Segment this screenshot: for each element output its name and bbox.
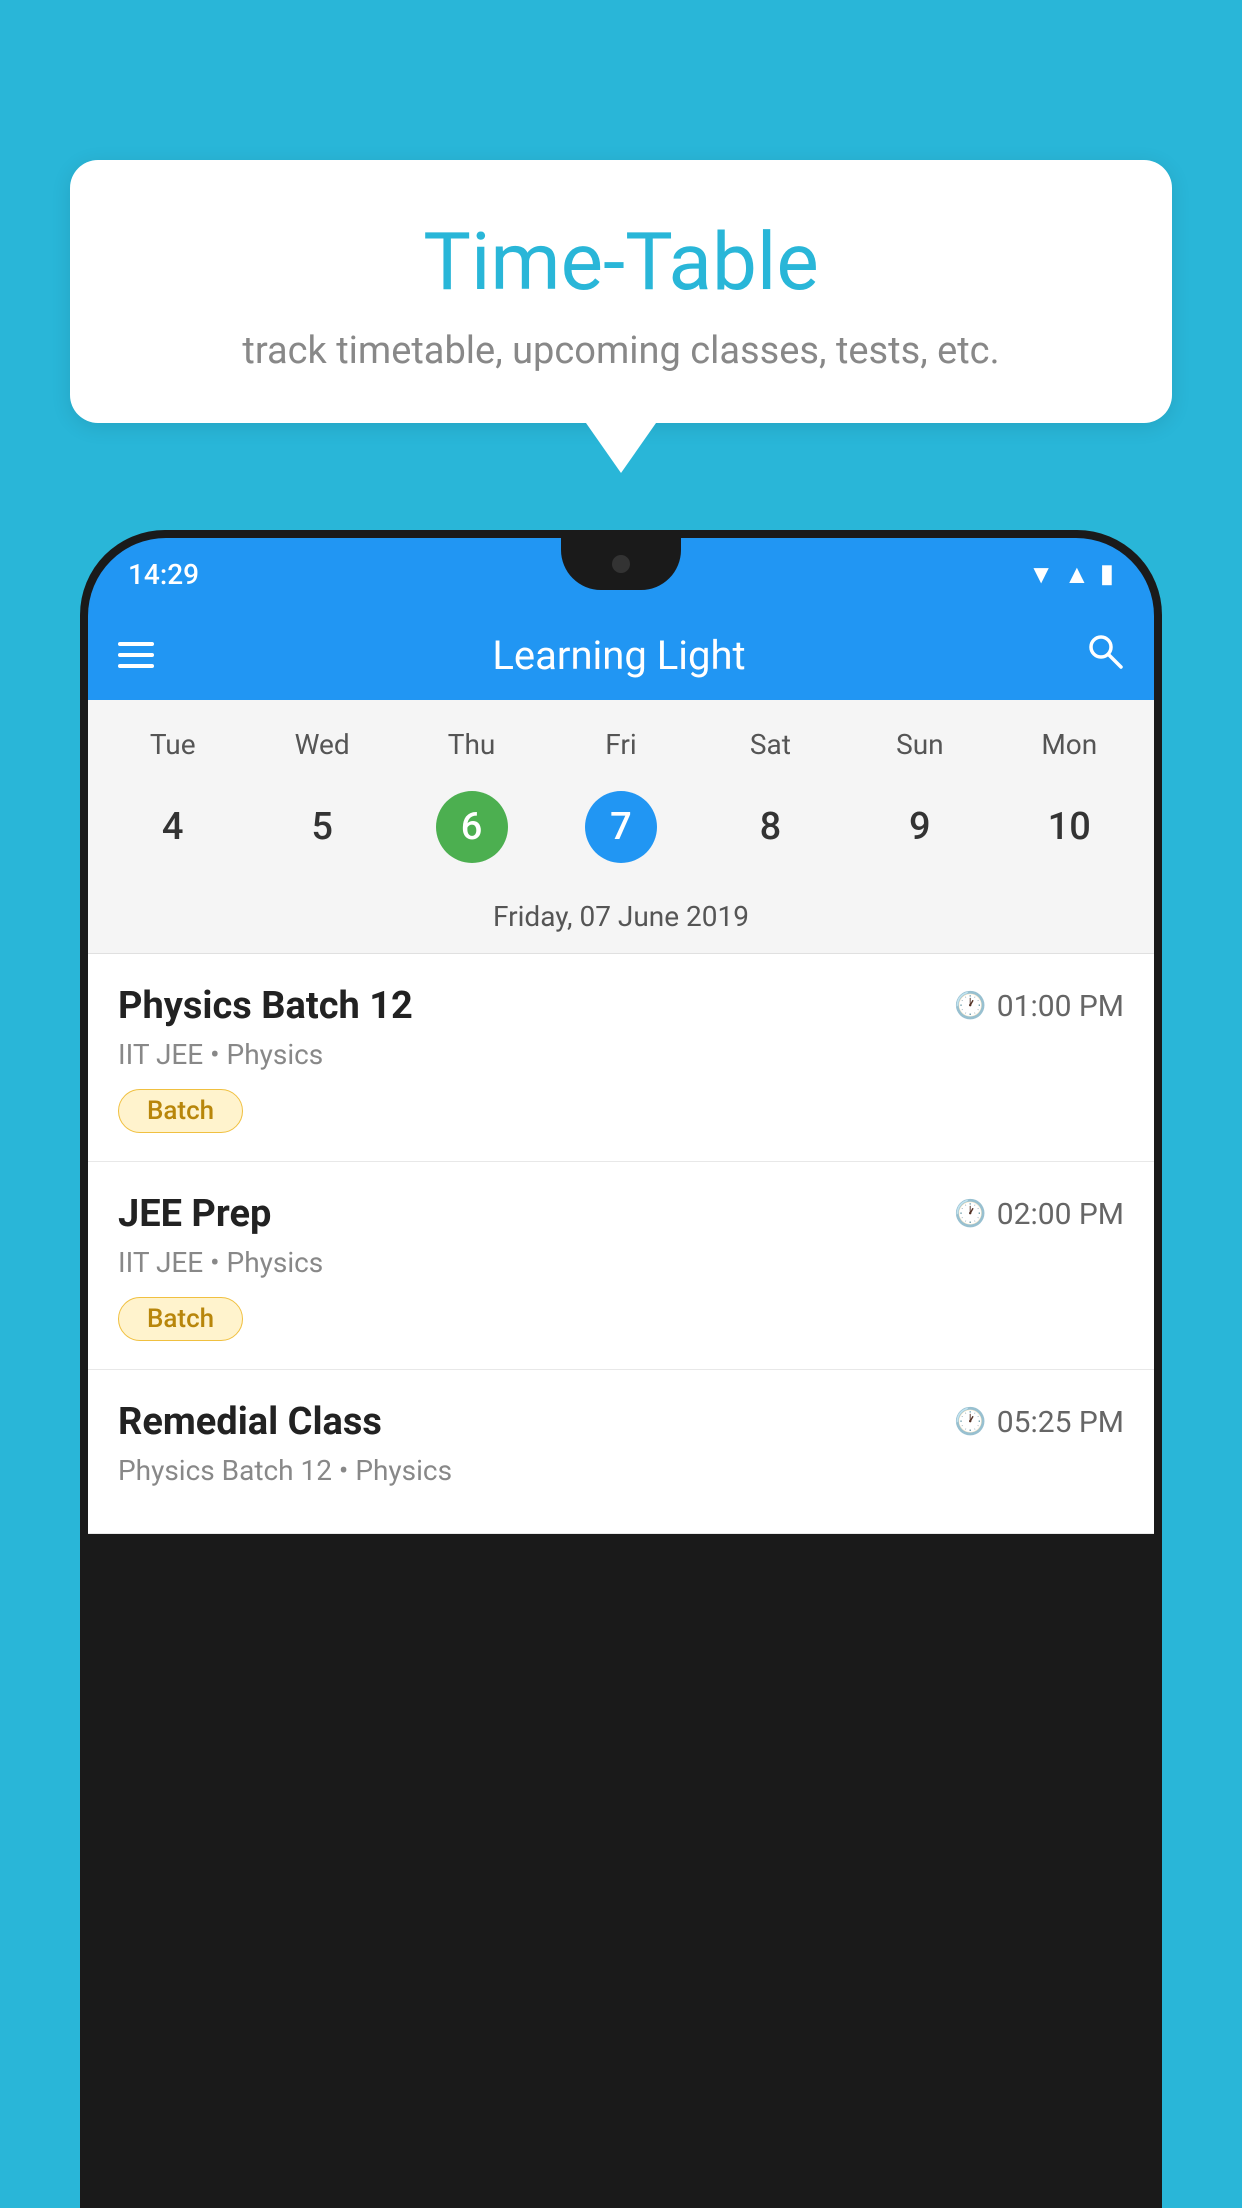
item-title-1: Physics Batch 12 xyxy=(118,984,413,1028)
status-bar: 14:29 ▼ ▲ ▮ xyxy=(88,538,1154,610)
schedule-item-remedial[interactable]: Remedial Class 🕐 05:25 PM Physics Batch … xyxy=(88,1370,1154,1534)
bubble-title: Time-Table xyxy=(130,215,1112,309)
item-subtitle-1: IIT JEE • Physics xyxy=(118,1038,1124,1071)
item-time-2: 🕐 02:00 PM xyxy=(954,1197,1124,1232)
menu-button[interactable] xyxy=(118,642,154,668)
bubble-arrow xyxy=(586,423,656,473)
signal-icon: ▲ xyxy=(1064,559,1090,590)
app-title: Learning Light xyxy=(184,632,1054,679)
item-subtitle-2: IIT JEE • Physics xyxy=(118,1246,1124,1279)
bubble-subtitle: track timetable, upcoming classes, tests… xyxy=(130,329,1112,373)
day-thu: Thu xyxy=(397,720,546,769)
schedule-item-physics-batch-12[interactable]: Physics Batch 12 🕐 01:00 PM IIT JEE • Ph… xyxy=(88,954,1154,1162)
phone-inner: 14:29 ▼ ▲ ▮ Learning Light xyxy=(88,538,1154,2208)
item-header-1: Physics Batch 12 🕐 01:00 PM xyxy=(118,984,1124,1028)
item-header-3: Remedial Class 🕐 05:25 PM xyxy=(118,1400,1124,1444)
item-subtitle-3: Physics Batch 12 • Physics xyxy=(118,1454,1124,1487)
batch-badge-1: Batch xyxy=(118,1089,243,1133)
schedule-item-jee-prep[interactable]: JEE Prep 🕐 02:00 PM IIT JEE • Physics Ba… xyxy=(88,1162,1154,1370)
day-fri: Fri xyxy=(546,720,695,769)
clock-icon-2: 🕐 xyxy=(954,1199,986,1229)
item-title-2: JEE Prep xyxy=(118,1192,271,1236)
item-time-1: 🕐 01:00 PM xyxy=(954,989,1124,1024)
batch-badge-2: Batch xyxy=(118,1297,243,1341)
day-sun: Sun xyxy=(845,720,994,769)
battery-icon: ▮ xyxy=(1100,559,1114,589)
item-title-3: Remedial Class xyxy=(118,1400,382,1444)
item-header-2: JEE Prep 🕐 02:00 PM xyxy=(118,1192,1124,1236)
camera xyxy=(612,555,630,573)
clock-icon-3: 🕐 xyxy=(954,1407,986,1437)
wifi-icon: ▼ xyxy=(1028,559,1054,590)
selected-date-label: Friday, 07 June 2019 xyxy=(88,890,1154,954)
schedule-list: Physics Batch 12 🕐 01:00 PM IIT JEE • Ph… xyxy=(88,954,1154,1534)
clock-icon-1: 🕐 xyxy=(954,991,986,1021)
date-10[interactable]: 10 xyxy=(995,779,1144,875)
app-bar: Learning Light xyxy=(88,610,1154,700)
date-4[interactable]: 4 xyxy=(98,779,247,875)
calendar-days: Tue Wed Thu Fri Sat Sun Mon xyxy=(88,700,1154,774)
speech-bubble: Time-Table track timetable, upcoming cla… xyxy=(70,160,1172,423)
day-sat: Sat xyxy=(696,720,845,769)
speech-bubble-section: Time-Table track timetable, upcoming cla… xyxy=(70,160,1172,473)
status-time: 14:29 xyxy=(128,558,199,591)
notch xyxy=(561,538,681,590)
date-7[interactable]: 7 xyxy=(546,779,695,875)
search-button[interactable] xyxy=(1084,630,1124,680)
date-9[interactable]: 9 xyxy=(845,779,994,875)
day-mon: Mon xyxy=(995,720,1144,769)
date-5[interactable]: 5 xyxy=(247,779,396,875)
phone-frame: 14:29 ▼ ▲ ▮ Learning Light xyxy=(80,530,1162,2208)
item-time-3: 🕐 05:25 PM xyxy=(954,1405,1124,1440)
status-icons: ▼ ▲ ▮ xyxy=(1028,559,1114,590)
day-wed: Wed xyxy=(247,720,396,769)
day-tue: Tue xyxy=(98,720,247,769)
date-8[interactable]: 8 xyxy=(696,779,845,875)
date-6[interactable]: 6 xyxy=(397,779,546,875)
calendar-dates: 4 5 6 7 8 9 10 xyxy=(88,774,1154,890)
